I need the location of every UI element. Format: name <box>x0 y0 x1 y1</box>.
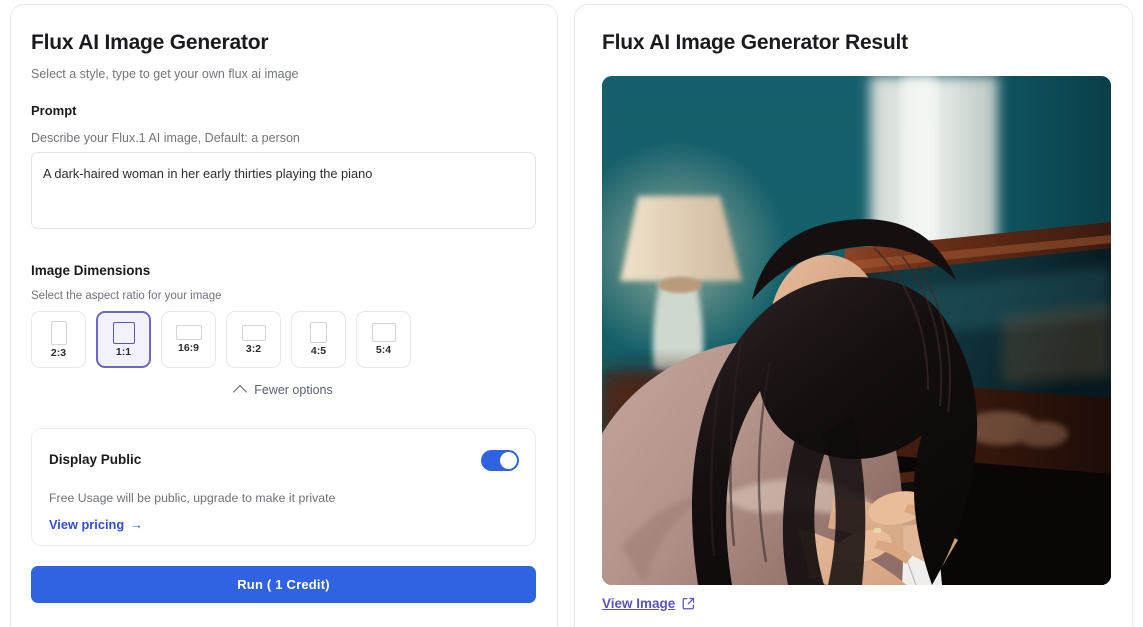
aspect-ratio-label: 5:4 <box>375 344 392 357</box>
view-pricing-label: View pricing <box>49 517 125 532</box>
aspect-ratio-5-4[interactable]: 5:4 <box>356 311 411 368</box>
aspect-ratio-thumb-icon <box>50 320 67 345</box>
result-panel: Flux AI Image Generator Result View Imag… <box>574 4 1133 627</box>
prompt-input[interactable] <box>31 152 536 229</box>
prompt-hint: Describe your Flux.1 AI image, Default: … <box>31 131 300 145</box>
display-public-card: Display Public Free Usage will be public… <box>31 428 536 546</box>
aspect-ratio-label: 2:3 <box>50 346 67 359</box>
aspect-ratio-label: 4:5 <box>310 345 327 358</box>
prompt-label: Prompt <box>31 103 77 118</box>
aspect-ratio-1-1[interactable]: 1:1 <box>96 311 151 368</box>
page-subtitle: Select a style, type to get your own flu… <box>31 67 299 81</box>
arrow-right-icon: → <box>130 517 143 532</box>
app-root: Flux AI Image Generator Select a style, … <box>0 0 1143 627</box>
aspect-ratio-4-5[interactable]: 4:5 <box>291 311 346 368</box>
aspect-ratio-2-3[interactable]: 2:3 <box>31 311 86 368</box>
aspect-ratio-group: 2:3 1:1 16:9 3:2 4:5 5:4 <box>31 311 411 368</box>
dimensions-hint: Select the aspect ratio for your image <box>31 290 222 302</box>
aspect-ratio-thumb-icon <box>371 323 396 343</box>
fewer-options-label: Fewer options <box>254 383 333 397</box>
aspect-ratio-thumb-icon <box>310 322 327 344</box>
result-title: Flux AI Image Generator Result <box>602 31 908 54</box>
aspect-ratio-label: 1:1 <box>115 345 132 358</box>
view-image-link[interactable]: View Image <box>602 596 695 611</box>
toggle-knob <box>500 452 517 469</box>
display-public-description: Free Usage will be public, upgrade to ma… <box>49 491 336 505</box>
aspect-ratio-label: 3:2 <box>245 342 262 355</box>
fewer-options-toggle[interactable]: Fewer options <box>11 383 557 400</box>
generated-image-content <box>602 76 1111 585</box>
page-title: Flux AI Image Generator <box>31 31 269 54</box>
view-image-label: View Image <box>602 596 676 611</box>
aspect-ratio-thumb-icon <box>241 324 266 341</box>
aspect-ratio-thumb-icon <box>112 321 135 344</box>
generated-image[interactable] <box>602 76 1111 585</box>
generator-panel: Flux AI Image Generator Select a style, … <box>10 4 558 627</box>
aspect-ratio-thumb-icon <box>175 325 202 341</box>
run-button[interactable]: Run ( 1 Credit) <box>31 566 536 603</box>
aspect-ratio-16-9[interactable]: 16:9 <box>161 311 216 368</box>
aspect-ratio-3-2[interactable]: 3:2 <box>226 311 281 368</box>
chevron-up-icon <box>233 384 248 400</box>
display-public-toggle[interactable] <box>481 450 519 471</box>
external-link-icon <box>682 597 695 610</box>
display-public-title: Display Public <box>49 452 142 467</box>
view-pricing-link[interactable]: View pricing → <box>49 517 143 532</box>
aspect-ratio-label: 16:9 <box>177 342 199 355</box>
dimensions-label: Image Dimensions <box>31 263 151 278</box>
